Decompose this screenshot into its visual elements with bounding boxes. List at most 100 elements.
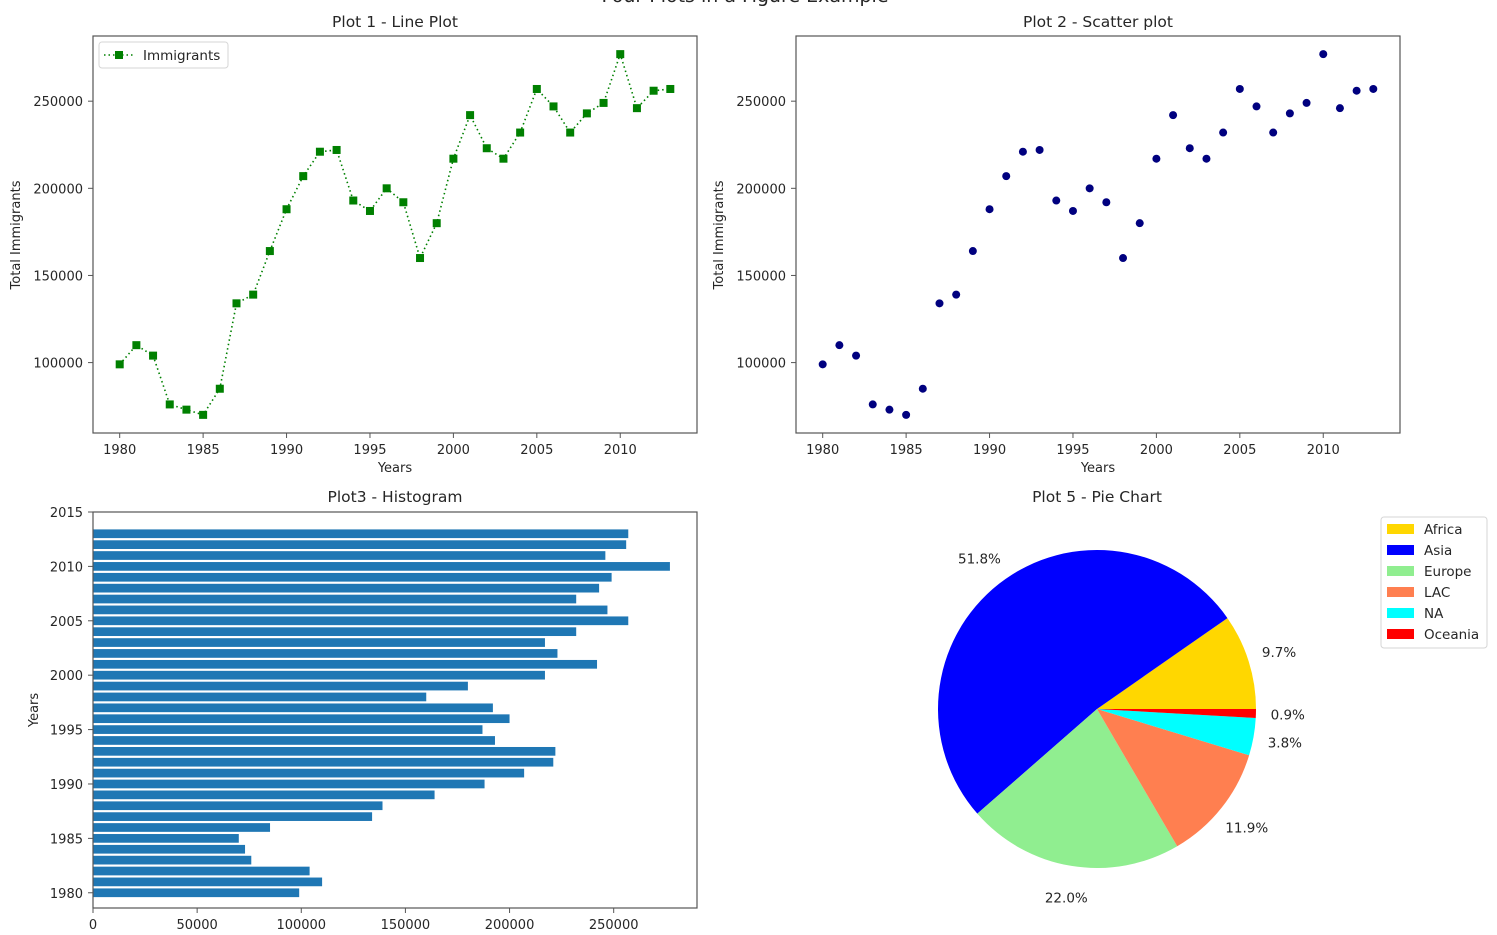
histogram-bar (93, 757, 554, 767)
legend-label-oceania: Oceania (1424, 627, 1479, 643)
scatter-point (902, 410, 911, 419)
scatter-point (918, 384, 927, 393)
scatter-point (1335, 104, 1344, 113)
histogram-bar (93, 855, 252, 865)
scatter-point (1035, 145, 1044, 154)
pie-pct-label-lac: 11.9% (1225, 820, 1268, 836)
x-tick-label: 150000 (381, 918, 431, 933)
scatter-point (935, 299, 944, 308)
y-tick-label: 200000 (33, 182, 83, 197)
y-tick-label: 150000 (736, 269, 786, 284)
line-point-marker (432, 219, 441, 228)
pie-pct-label-na: 3.8% (1268, 735, 1302, 751)
x-tick-label: 2005 (520, 443, 553, 458)
scatter-point (1135, 219, 1144, 228)
line-point-marker (616, 50, 625, 59)
plot1-legend: Immigrants (98, 41, 229, 69)
histogram-bar (93, 703, 493, 713)
histogram-bar (93, 736, 495, 745)
scatter-point (1235, 84, 1244, 93)
plot1-title: Plot 1 - Line Plot (332, 13, 458, 31)
plot3-ylabel: Years (27, 693, 42, 729)
plot2-xlabel: Years (1080, 461, 1116, 476)
line-point-marker (532, 84, 541, 93)
histogram-bar (93, 844, 246, 854)
y-tick-label: 2010 (50, 560, 83, 575)
line-point-marker (232, 299, 241, 308)
line-point-marker (582, 109, 591, 118)
scatter-point (818, 360, 827, 369)
legend-label-lac: LAC (1424, 585, 1450, 601)
scatter-point (835, 341, 844, 350)
y-tick-label: 150000 (33, 269, 83, 284)
histogram-bar (93, 616, 629, 626)
histogram-bar (93, 659, 598, 669)
x-tick-label: 2005 (1223, 443, 1256, 458)
x-tick-label: 200000 (485, 918, 535, 933)
line-point-marker (516, 128, 525, 137)
line-plot: Plot 1 - Line Plot Years Total Immigrant… (9, 13, 698, 476)
y-tick-label: 250000 (736, 95, 786, 110)
line-point-marker (165, 400, 174, 409)
line-point-marker (666, 84, 675, 93)
x-tick-label: 2000 (1140, 443, 1173, 458)
scatter-point (968, 247, 977, 256)
line-point-marker (599, 98, 608, 107)
x-tick-label: 1995 (1056, 443, 1089, 458)
scatter-point (1169, 111, 1178, 120)
histogram-bar (93, 572, 612, 582)
histogram-bar (93, 692, 427, 702)
x-tick-label: 2010 (604, 443, 637, 458)
histogram-bar (93, 746, 556, 756)
histogram-bar (93, 670, 545, 680)
y-tick-label: 2000 (50, 669, 83, 684)
legend-swatch-europe (1387, 566, 1414, 576)
scatter-point (1185, 144, 1194, 153)
scatter-point (852, 351, 861, 360)
line-point-marker (566, 128, 575, 137)
line-point-marker (199, 410, 208, 419)
histogram-bar (93, 594, 577, 604)
legend-swatch-na (1387, 608, 1414, 618)
y-tick-label: 100000 (33, 357, 83, 372)
plot1-frame (92, 35, 698, 434)
histogram-bar (93, 529, 629, 539)
histogram-bar (93, 812, 373, 821)
scatter-point (1252, 102, 1261, 111)
figure-title: Four Plots in a Figure Example (601, 0, 888, 7)
histogram-bar (93, 562, 670, 571)
x-tick-label: 1980 (103, 443, 136, 458)
pie-pct-label-europe: 22.0% (1045, 890, 1088, 906)
line-point-marker (365, 206, 374, 215)
line-point-marker (249, 290, 258, 299)
histogram-bar (93, 779, 485, 789)
histogram-bar (93, 823, 271, 832)
line-point-marker (132, 341, 141, 350)
legend-swatch-oceania (1387, 629, 1414, 639)
line-point-marker (265, 247, 274, 256)
legend-swatch-africa (1387, 524, 1414, 534)
x-tick-label: 1985 (890, 443, 923, 458)
scatter-point (1052, 196, 1061, 205)
histogram-bar (93, 638, 545, 647)
pie-legend: Africa Asia Europe LAC NA Oceania (1380, 516, 1488, 649)
histogram-bar (93, 540, 627, 549)
line-point-marker (115, 360, 124, 369)
histogram-bar (93, 627, 577, 637)
line-point-marker (399, 198, 408, 207)
histogram-bar (93, 790, 435, 800)
scatter-point (1269, 128, 1278, 137)
line-point-marker (482, 144, 491, 153)
line-point-marker (416, 254, 425, 263)
plot2-frame (795, 35, 1401, 434)
scatter-point (1352, 86, 1361, 95)
scatter-point (1018, 147, 1027, 156)
legend-label-immigrants: Immigrants (143, 48, 220, 64)
histogram-bar (93, 834, 239, 843)
line-point-marker (466, 111, 475, 120)
y-tick-label: 1995 (50, 724, 83, 739)
plot1-ylabel: Total Immigrants (9, 180, 24, 290)
line-point-marker (215, 384, 224, 393)
pie-pct-label-asia: 51.8% (958, 552, 1001, 568)
line-point-marker (315, 147, 324, 156)
